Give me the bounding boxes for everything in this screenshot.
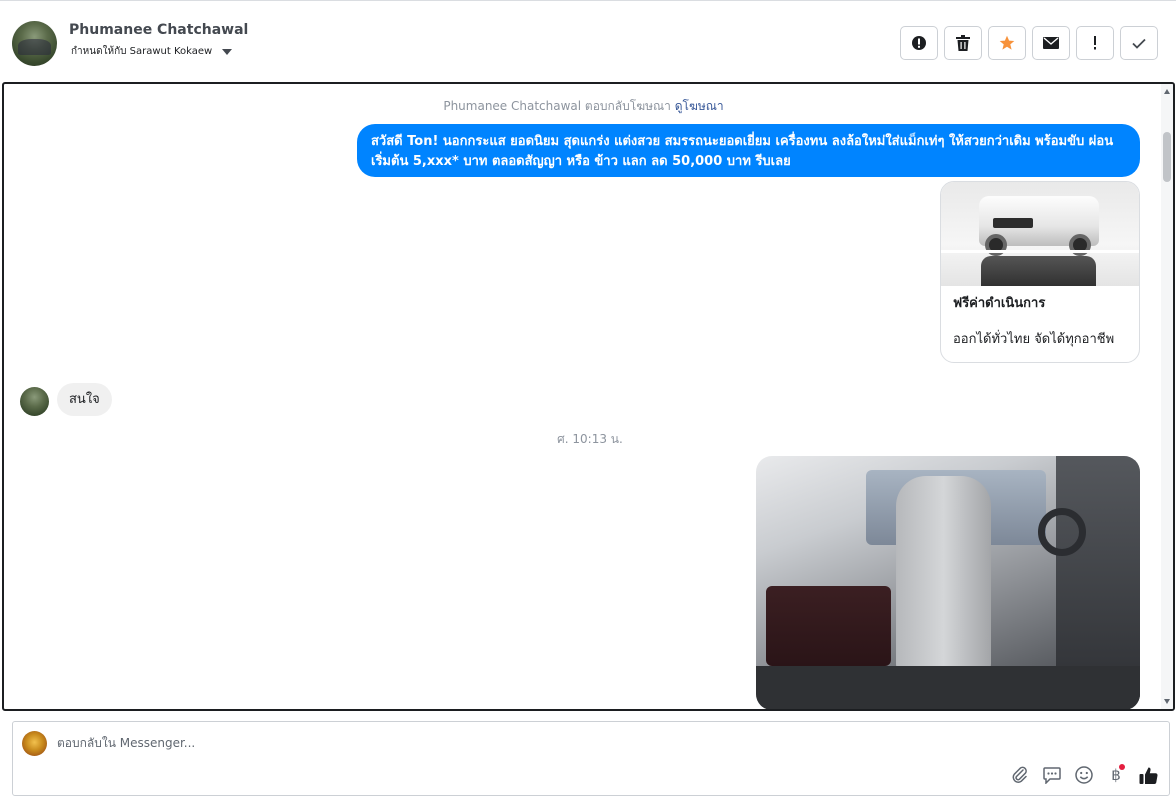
ad-card-subtitle: ออกได้ทั่วไทย จัดได้ทุกอาชีพ bbox=[953, 332, 1115, 347]
done-button[interactable] bbox=[1120, 26, 1158, 60]
reply-composer: ฿ bbox=[12, 721, 1170, 796]
incoming-message: สนใจ bbox=[57, 383, 112, 416]
like-button[interactable] bbox=[1138, 764, 1158, 786]
contact-avatar[interactable] bbox=[12, 21, 57, 66]
payment-button[interactable]: ฿ bbox=[1106, 764, 1126, 786]
saved-replies-button[interactable] bbox=[1042, 764, 1062, 786]
photo-rear-bench bbox=[766, 586, 891, 666]
ad-card-image bbox=[941, 182, 1139, 286]
chat-bubble-icon bbox=[1043, 766, 1061, 784]
view-ad-link[interactable]: ดูโฆษณา bbox=[675, 99, 724, 113]
exclamation-icon bbox=[1094, 36, 1096, 50]
sender-avatar bbox=[20, 387, 49, 416]
thread-scrollbar[interactable] bbox=[1161, 84, 1173, 709]
outgoing-message: สวัสดี Ton! นอกกระแส ยอดนิยม สุดแกร่ง แต… bbox=[357, 124, 1140, 177]
message-thread[interactable]: Phumanee Chatchawal ตอบกลับโฆษณา ดูโฆษณา… bbox=[2, 82, 1175, 711]
star-button[interactable] bbox=[988, 26, 1026, 60]
scroll-down-arrow-icon[interactable] bbox=[1164, 699, 1170, 704]
ad-card[interactable]: ฟรีค่าดำเนินการ ออกได้ทั่วไทย จัดได้ทุกอ… bbox=[940, 181, 1140, 363]
assignee-label: กำหนดให้กับ Sarawut Kokaew bbox=[71, 46, 213, 57]
trash-icon bbox=[956, 35, 970, 51]
follow-up-button[interactable] bbox=[1076, 26, 1114, 60]
inbox-conversation: Phumanee Chatchawal กำหนดให้กับ Sarawut … bbox=[0, 0, 1176, 803]
assignee-dropdown[interactable]: กำหนดให้กับ Sarawut Kokaew bbox=[71, 44, 233, 59]
mark-unread-button[interactable] bbox=[1032, 26, 1070, 60]
check-icon bbox=[1132, 38, 1146, 49]
thumbs-up-icon bbox=[1139, 767, 1158, 784]
envelope-icon bbox=[1043, 37, 1059, 49]
photo-front-seat bbox=[896, 476, 991, 676]
conversation-header: Phumanee Chatchawal กำหนดให้กับ Sarawut … bbox=[0, 0, 1176, 82]
ad-reply-notice: Phumanee Chatchawal ตอบกลับโฆษณา ดูโฆษณา bbox=[4, 97, 1163, 116]
smile-icon bbox=[1075, 766, 1093, 784]
reply-input[interactable] bbox=[57, 732, 957, 754]
emoji-button[interactable] bbox=[1074, 764, 1094, 786]
composer-tools: ฿ bbox=[1010, 764, 1158, 786]
contact-name[interactable]: Phumanee Chatchawal bbox=[69, 22, 248, 38]
conversation-actions bbox=[900, 26, 1158, 60]
star-icon bbox=[999, 35, 1015, 50]
scroll-thumb[interactable] bbox=[1163, 132, 1171, 182]
ad-reply-text: Phumanee Chatchawal ตอบกลับโฆษณา bbox=[443, 99, 671, 113]
truck-grill bbox=[993, 218, 1033, 228]
ad-card-title: ฟรีค่าดำเนินการ bbox=[953, 296, 1046, 311]
attach-button[interactable] bbox=[1010, 764, 1030, 786]
scroll-up-arrow-icon[interactable] bbox=[1164, 89, 1170, 94]
page-avatar bbox=[22, 731, 47, 756]
notification-dot bbox=[1119, 764, 1125, 770]
spam-button[interactable] bbox=[900, 26, 938, 60]
photo-steering-wheel bbox=[1038, 508, 1086, 556]
caret-down-icon bbox=[222, 48, 233, 55]
alert-circle-icon bbox=[912, 36, 926, 50]
image-divider bbox=[941, 250, 1139, 253]
paperclip-icon bbox=[1012, 766, 1027, 783]
message-timestamp: ศ. 10:13 น. bbox=[557, 432, 623, 446]
delete-button[interactable] bbox=[944, 26, 982, 60]
car-interior-photo[interactable] bbox=[756, 456, 1140, 709]
dark-pickup-image bbox=[981, 256, 1096, 286]
photo-floor-mat bbox=[756, 666, 1140, 709]
